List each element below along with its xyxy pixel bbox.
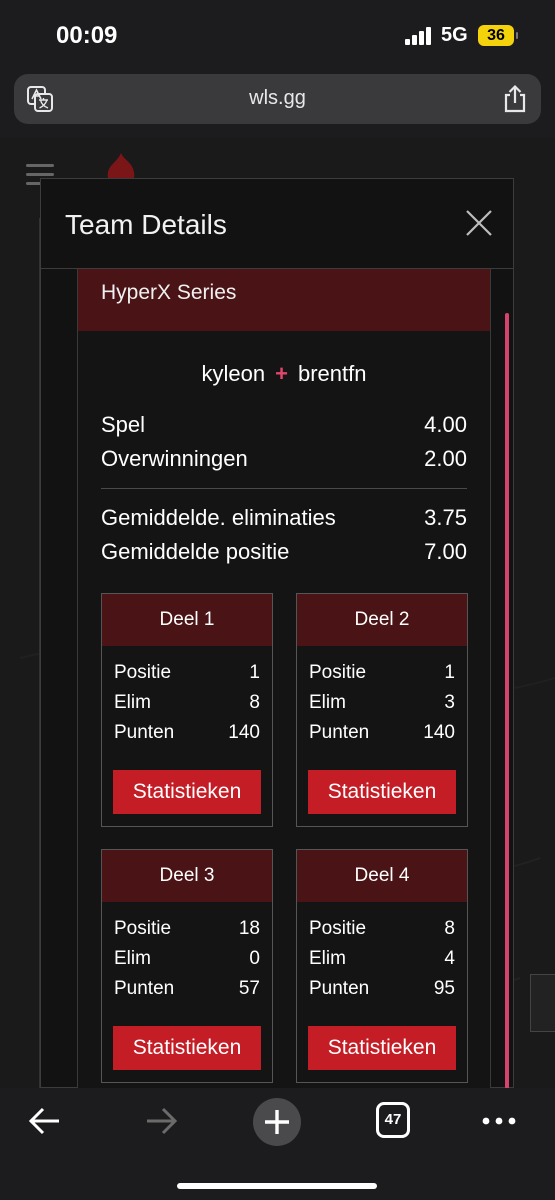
part-row-label: Punten <box>309 978 370 999</box>
part-row-value: 140 <box>228 722 260 743</box>
address-bar[interactable]: wls.gg <box>14 74 541 124</box>
battery-icon: 36 <box>478 25 518 46</box>
part-row-value: 57 <box>238 978 260 999</box>
part-row-value: 95 <box>433 978 455 999</box>
part-row-label: Elim <box>309 948 346 969</box>
stat-row-wins: Overwinningen 2.00 <box>101 446 467 472</box>
side-tab[interactable] <box>530 974 555 1032</box>
part-row-value: 8 <box>444 918 455 939</box>
part-row-label: Elim <box>114 692 151 713</box>
statistics-button[interactable]: Statistieken <box>113 1026 261 1070</box>
forward-arrow-icon[interactable] <box>144 1104 178 1138</box>
part-row-points: Punten 140 <box>114 722 260 744</box>
statistics-button[interactable]: Statistieken <box>308 1026 456 1070</box>
part-row-elim: Elim 8 <box>114 692 260 714</box>
stat-label: Spel <box>101 412 146 437</box>
status-bar: 00:09 5G 36 <box>0 0 555 62</box>
part-title: Deel 1 <box>102 594 272 646</box>
part-card-2: Deel 2 Positie 1 Elim 3 Punten 140 Statisti… <box>296 593 468 827</box>
stat-value: 7.00 <box>424 539 467 564</box>
player-name: brentfn <box>297 361 367 386</box>
part-row-position: Positie 1 <box>309 662 455 684</box>
part-row-label: Positie <box>309 662 367 683</box>
team-players: kyleon + brentfn <box>78 361 490 387</box>
part-row-points: Punten 95 <box>309 978 455 1000</box>
stat-row-avg-position: Gemiddelde positie 7.00 <box>101 539 467 565</box>
plus-icon: + <box>275 361 288 386</box>
part-title: Deel 4 <box>297 850 467 902</box>
series-card: HyperX Series kyleon + brentfn Spel 4.00 O… <box>77 269 491 1089</box>
stat-value: 4.00 <box>424 412 467 437</box>
part-row-value: 18 <box>238 918 260 939</box>
network-type: 5G <box>441 24 468 46</box>
part-row-value: 3 <box>444 692 455 713</box>
back-arrow-icon[interactable] <box>28 1104 62 1138</box>
part-row-value: 8 <box>249 692 260 713</box>
status-time: 00:09 <box>56 22 118 49</box>
part-row-label: Positie <box>309 918 367 939</box>
part-row-elim: Elim 3 <box>309 692 455 714</box>
part-card-3: Deel 3 Positie 18 Elim 0 Punten 57 Statisti… <box>101 849 273 1083</box>
modal-title: Team Details <box>65 209 227 240</box>
stat-row-avg-elims: Gemiddelde. eliminaties 3.75 <box>101 505 467 531</box>
series-title: HyperX Series <box>101 281 237 304</box>
part-row-position: Positie 18 <box>114 918 260 940</box>
part-row-label: Positie <box>114 662 172 683</box>
close-icon[interactable] <box>465 209 493 237</box>
part-title: Deel 3 <box>102 850 272 902</box>
divider <box>101 488 467 489</box>
part-row-position: Positie 8 <box>309 918 455 940</box>
home-indicator <box>177 1183 377 1189</box>
part-row-value: 140 <box>423 722 455 743</box>
player-name: kyleon <box>201 361 266 386</box>
browser-toolbar: 47 <box>0 1088 555 1200</box>
statistics-button[interactable]: Statistieken <box>308 770 456 814</box>
part-row-label: Punten <box>114 978 175 999</box>
stat-label: Overwinningen <box>101 446 248 471</box>
stat-row-games: Spel 4.00 <box>101 412 467 438</box>
part-row-value: 0 <box>249 948 260 969</box>
tab-switcher-button[interactable]: 47 <box>376 1102 410 1138</box>
series-header: HyperX Series <box>78 269 490 331</box>
part-row-value: 1 <box>249 662 260 683</box>
part-row-points: Punten 140 <box>309 722 455 744</box>
part-card-4: Deel 4 Positie 8 Elim 4 Punten 95 Statistie… <box>296 849 468 1083</box>
more-icon[interactable] <box>482 1116 516 1126</box>
part-row-position: Positie 1 <box>114 662 260 684</box>
part-row-value: 1 <box>444 662 455 683</box>
part-row-elim: Elim 0 <box>114 948 260 970</box>
stat-label: Gemiddelde positie <box>101 539 290 564</box>
url-text[interactable]: wls.gg <box>14 87 541 110</box>
part-card-1: Deel 1 Positie 1 Elim 8 Punten 140 Statisti… <box>101 593 273 827</box>
part-row-elim: Elim 4 <box>309 948 455 970</box>
new-tab-button[interactable] <box>253 1098 301 1146</box>
part-row-points: Punten 57 <box>114 978 260 1000</box>
part-row-label: Punten <box>114 722 175 743</box>
statistics-button[interactable]: Statistieken <box>113 770 261 814</box>
stat-value: 2.00 <box>424 446 467 471</box>
stat-value: 3.75 <box>424 505 467 530</box>
part-row-value: 4 <box>444 948 455 969</box>
part-title: Deel 2 <box>297 594 467 646</box>
signal-icon <box>405 27 435 45</box>
part-row-label: Positie <box>114 918 172 939</box>
browser-top-bar: wls.gg <box>0 62 555 138</box>
modal-header: Team Details <box>41 179 513 269</box>
share-icon[interactable] <box>501 84 529 114</box>
team-details-modal: Team Details HyperX Series kyleon + brentf… <box>40 178 514 1089</box>
part-row-label: Punten <box>309 722 370 743</box>
plus-icon <box>265 1110 289 1134</box>
part-row-label: Elim <box>309 692 346 713</box>
stat-label: Gemiddelde. eliminaties <box>101 505 336 530</box>
side-strip <box>0 218 40 1088</box>
part-row-label: Elim <box>114 948 151 969</box>
modal-scrollbar[interactable] <box>505 313 509 1089</box>
